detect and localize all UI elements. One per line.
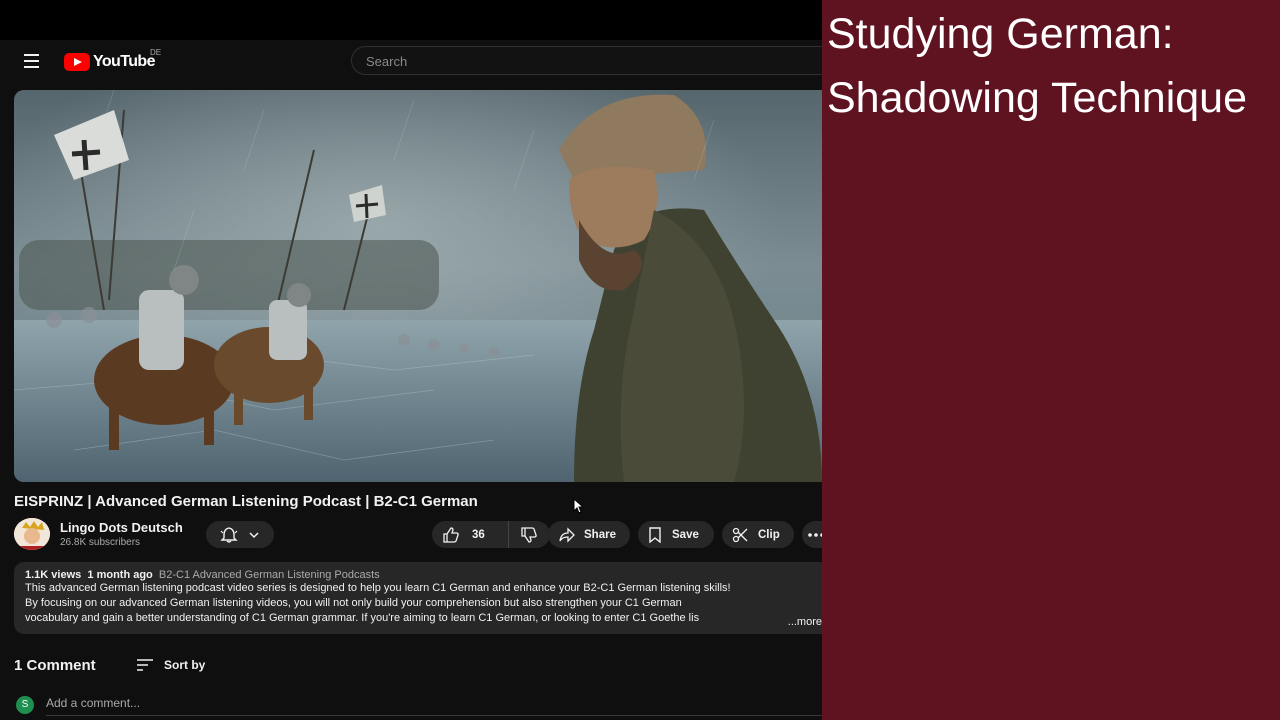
subscriber-count: 26.8K subscribers [60,537,141,548]
view-count: 1.1K views [25,569,82,581]
share-label: Share [584,528,616,541]
mouse-cursor-icon [573,498,583,514]
more-actions-button[interactable] [802,521,822,548]
video-owner-row: Lingo Dots Deutsch 26.8K subscribers 36 [14,518,822,550]
subscribed-notifications-button[interactable] [206,521,274,548]
clip-label: Clip [758,528,780,541]
dislike-button[interactable] [509,521,549,548]
like-button[interactable]: 36 [432,521,509,548]
video-title: EISPRINZ | Advanced German Listening Pod… [14,493,478,510]
comment-input-underline [46,715,822,716]
description-meta: 1.1K views 1 month ago B2-C1 Advanced Ge… [25,569,822,581]
scissors-icon [732,527,748,542]
search-input[interactable]: Search [351,46,822,75]
sort-by-label: Sort by [164,658,206,672]
add-comment-row: S Add a comment... [14,694,822,716]
masthead: YouTube DE Search [0,40,822,82]
sort-icon [137,659,153,671]
description-line: By focusing on our advanced German liste… [25,597,682,609]
channel-avatar[interactable] [14,518,50,550]
top-letterbox [0,0,822,40]
like-dislike-group: 36 [432,521,550,548]
bell-icon [220,526,238,543]
more-horizontal-icon [808,532,822,537]
show-more-link[interactable]: ...more [783,616,822,628]
video-player[interactable] [14,90,822,482]
description-line: This advanced German listening podcast v… [25,582,731,594]
side-title-line-1: Studying German: [827,10,1174,58]
description-box[interactable]: 1.1K views 1 month ago B2-C1 Advanced Ge… [14,562,822,634]
youtube-play-icon [64,53,90,71]
youtube-window: YouTube DE Search EISPRINZ | Advanced Ge… [0,0,822,720]
menu-icon[interactable] [18,50,46,72]
logo-text: YouTube [93,53,155,70]
youtube-logo[interactable]: YouTube [64,52,155,72]
add-comment-input[interactable]: Add a comment... [46,696,140,710]
upload-age: 1 month ago [87,569,153,581]
user-avatar: S [16,696,34,714]
sort-by-button[interactable]: Sort by [136,658,205,672]
channel-name[interactable]: Lingo Dots Deutsch [60,520,183,535]
chevron-down-icon [249,531,259,538]
side-title-line-2: Shadowing Technique [827,74,1247,122]
playlist-tag[interactable]: B2-C1 Advanced German Listening Podcasts [159,569,380,581]
save-label: Save [672,528,699,541]
side-panel-title: Studying German: Shadowing Technique [827,2,1280,130]
search-placeholder: Search [366,54,408,69]
description-line: vocabulary and gain a better understandi… [25,612,700,624]
comments-heading: 1 Comment [14,657,96,674]
title-side-panel: Studying German: Shadowing Technique [822,0,1280,720]
save-button[interactable]: Save [638,521,714,548]
video-thumbnail [14,90,822,482]
thumbs-up-icon [443,526,459,543]
share-icon [559,526,575,543]
share-button[interactable]: Share [548,521,630,548]
region-code: DE [150,48,162,57]
thumbs-down-icon [521,526,537,543]
clip-button[interactable]: Clip [722,521,794,548]
like-count: 36 [472,528,485,541]
bookmark-icon [649,526,661,543]
